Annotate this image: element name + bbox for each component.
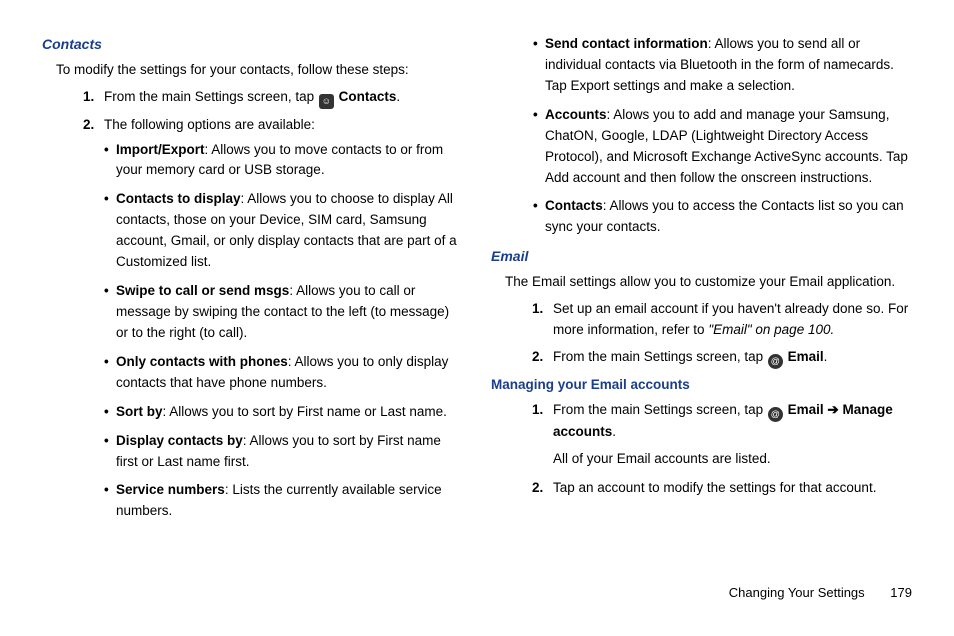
list-item: Contacts: Allows you to access the Conta…: [533, 196, 912, 238]
list-item: Service numbers: Lists the currently ava…: [104, 480, 463, 522]
contacts-options-continued: Send contact information: Allows you to …: [533, 34, 912, 238]
email-page-ref: "Email" on page 100.: [708, 322, 834, 337]
contacts-step-2: The following options are available: Imp…: [98, 115, 463, 523]
email-step-2: From the main Settings screen, tap @ Ema…: [547, 347, 912, 369]
step-text: The following options are available:: [104, 117, 315, 132]
step-text: From the main Settings screen, tap: [104, 89, 318, 104]
managing-step-2: Tap an account to modify the settings fo…: [547, 478, 912, 499]
managing-steps: From the main Settings screen, tap @ Ema…: [519, 400, 912, 443]
contacts-heading: Contacts: [42, 34, 463, 56]
arrow-icon: ➔: [827, 402, 838, 417]
email-heading: Email: [491, 246, 912, 268]
contacts-steps: From the main Settings screen, tap ☺ Con…: [70, 87, 463, 523]
page-number: 179: [890, 585, 912, 600]
managing-steps-cont: Tap an account to modify the settings fo…: [519, 478, 912, 499]
email-intro: The Email settings allow you to customiz…: [505, 272, 912, 293]
contacts-label: Contacts: [339, 89, 397, 104]
list-item: Display contacts by: Allows you to sort …: [104, 431, 463, 473]
contacts-step-1: From the main Settings screen, tap ☺ Con…: [98, 87, 463, 109]
list-item: Sort by: Allows you to sort by First nam…: [104, 402, 463, 423]
list-item: Contacts to display: Allows you to choos…: [104, 189, 463, 273]
list-item: Accounts: Alows you to add and manage yo…: [533, 105, 912, 189]
footer-title: Changing Your Settings: [729, 585, 865, 600]
email-icon: @: [768, 407, 783, 422]
list-item: Import/Export: Allows you to move contac…: [104, 140, 463, 182]
right-column: Send contact information: Allows you to …: [491, 34, 912, 576]
email-steps: Set up an email account if you haven't a…: [519, 299, 912, 369]
list-item: Send contact information: Allows you to …: [533, 34, 912, 97]
email-icon: @: [768, 354, 783, 369]
page-footer: Changing Your Settings 179: [729, 585, 912, 600]
list-item: Swipe to call or send msgs: Allows you t…: [104, 281, 463, 344]
left-column: Contacts To modify the settings for your…: [42, 34, 463, 576]
contacts-options: Import/Export: Allows you to move contac…: [104, 140, 463, 523]
managing-step-1: From the main Settings screen, tap @ Ema…: [547, 400, 912, 443]
list-item: Only contacts with phones: Allows you to…: [104, 352, 463, 394]
managing-email-heading: Managing your Email accounts: [491, 375, 912, 396]
email-step-1: Set up an email account if you haven't a…: [547, 299, 912, 341]
managing-step-1-note: All of your Email accounts are listed.: [553, 449, 912, 470]
contacts-icon: ☺: [319, 94, 334, 109]
contacts-intro: To modify the settings for your contacts…: [56, 60, 463, 81]
